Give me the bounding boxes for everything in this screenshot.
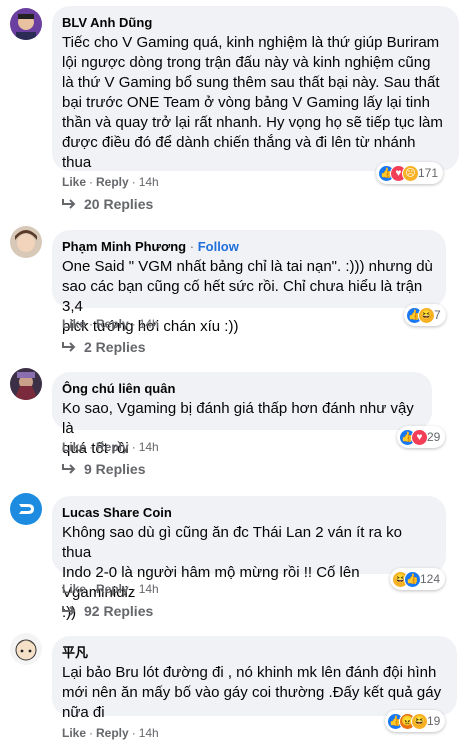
reaction-summary[interactable]: 👍 ♥ ☹ 171 (376, 162, 444, 184)
comment-bubble: BLV Anh Dũng Tiếc cho V Gaming quá, kinh… (52, 6, 459, 171)
reaction-summary[interactable]: 👍 😠 😆 19 (385, 710, 446, 732)
sad-reaction-icon: ☹ (402, 164, 419, 182)
timestamp[interactable]: 14h (139, 440, 159, 454)
reply-arrow-icon (62, 606, 76, 616)
timestamp[interactable]: 14h (139, 175, 159, 189)
comment-actions: Like · Reply · 14h (62, 726, 159, 740)
view-replies-link[interactable]: 2 Replies (62, 339, 145, 355)
like-link[interactable]: Like (62, 440, 86, 454)
like-link[interactable]: Like (62, 317, 86, 331)
like-reaction-icon: 👍 (404, 570, 421, 588)
haha-reaction-icon: 😆 (418, 306, 435, 324)
comment-actions: Like · Reply · 14h (62, 175, 159, 189)
reply-link[interactable]: Reply (96, 726, 129, 740)
comment-bubble: Lucas Share Coin Không sao dù gì cũng ăn… (52, 496, 446, 621)
follow-button[interactable]: Follow (198, 239, 239, 254)
commenter-name[interactable]: Ông chú liên quân (62, 381, 175, 396)
reaction-count: 29 (427, 430, 441, 444)
reply-link[interactable]: Reply (96, 582, 129, 596)
like-link[interactable]: Like (62, 726, 86, 740)
reply-link[interactable]: Reply (96, 317, 129, 331)
comment-bubble: Phạm Minh Phương · Follow One Said " VGM… (52, 230, 446, 335)
commenter-name[interactable]: Lucas Share Coin (62, 505, 172, 520)
reaction-count: 124 (420, 572, 441, 586)
avatar[interactable] (10, 633, 42, 665)
view-replies-link[interactable]: 20 Replies (62, 196, 153, 212)
avatar[interactable] (10, 368, 42, 400)
reaction-count: 7 (434, 308, 441, 322)
reaction-summary[interactable]: 😆 👍 124 (390, 568, 446, 590)
comment-bubble: Ông chú liên quân Ko sao, Vgaming bị đán… (52, 372, 432, 457)
reaction-summary[interactable]: 👍 😆 7 (404, 304, 446, 326)
timestamp[interactable]: 14h (139, 317, 159, 331)
commenter-name[interactable]: Phạm Minh Phương (62, 239, 186, 254)
commenter-name[interactable]: 平凡 (62, 645, 88, 660)
reaction-count: 171 (418, 166, 439, 180)
reply-link[interactable]: Reply (96, 440, 129, 454)
view-replies-link[interactable]: 92 Replies (62, 603, 153, 619)
timestamp[interactable]: 14h (139, 726, 159, 740)
reaction-summary[interactable]: 👍 ♥ 29 (397, 426, 446, 448)
avatar[interactable] (10, 8, 42, 40)
reply-arrow-icon (62, 199, 76, 209)
like-link[interactable]: Like (62, 582, 86, 596)
reaction-count: 19 (427, 714, 441, 728)
like-link[interactable]: Like (62, 175, 86, 189)
love-reaction-icon: ♥ (411, 428, 428, 446)
comment-actions: Like · Reply · 14h (62, 317, 159, 331)
avatar[interactable] (10, 493, 42, 525)
haha-reaction-icon: 😆 (411, 712, 428, 730)
comment-bubble: 平凡 Lại bảo Bru lót đường đi , nó khinh m… (52, 636, 457, 721)
commenter-name[interactable]: BLV Anh Dũng (62, 15, 152, 30)
reply-arrow-icon (62, 464, 76, 474)
comment-actions: Like · Reply · 14h (62, 582, 159, 596)
avatar[interactable] (10, 226, 42, 258)
comment-actions: Like · Reply · 14h (62, 440, 159, 454)
reply-link[interactable]: Reply (96, 175, 129, 189)
view-replies-link[interactable]: 9 Replies (62, 461, 145, 477)
comment-text: Tiếc cho V Gaming quá, kinh nghiệm là th… (62, 34, 443, 171)
reply-arrow-icon (62, 342, 76, 352)
timestamp[interactable]: 14h (139, 582, 159, 596)
